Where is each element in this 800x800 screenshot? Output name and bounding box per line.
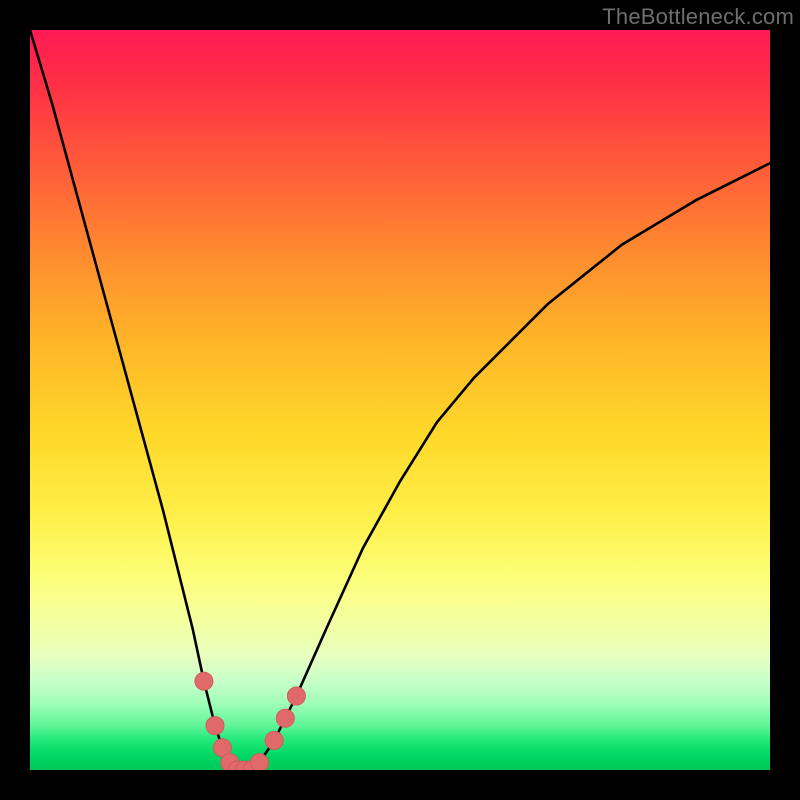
plot-area — [30, 30, 770, 770]
curve-marker — [265, 731, 283, 749]
chart-frame: TheBottleneck.com — [0, 0, 800, 800]
bottleneck-markers — [195, 672, 306, 770]
curve-layer — [30, 30, 770, 770]
curve-marker — [276, 709, 294, 727]
curve-marker — [195, 672, 213, 690]
curve-marker — [206, 717, 224, 735]
bottleneck-curve — [30, 30, 770, 770]
watermark-text: TheBottleneck.com — [602, 4, 794, 30]
curve-marker — [250, 754, 268, 770]
curve-marker — [287, 687, 305, 705]
